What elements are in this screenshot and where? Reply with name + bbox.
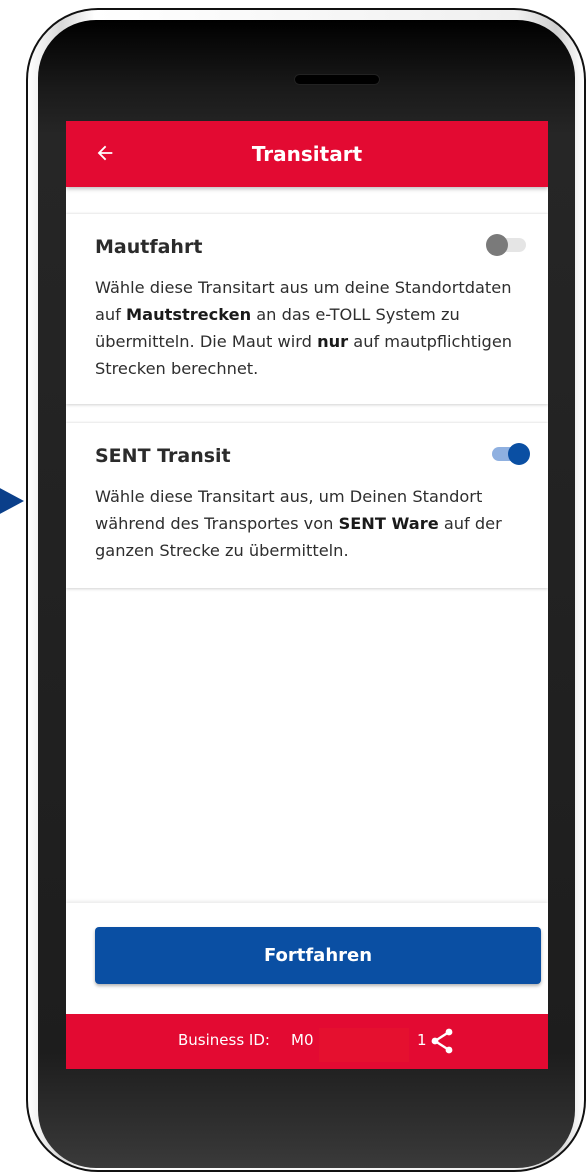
business-id-value: M0 xyxy=(291,1031,314,1049)
business-id-bar: Business ID: M0 1 xyxy=(66,1014,548,1069)
emphasis-text: nur xyxy=(317,332,349,351)
option-title: Mautfahrt xyxy=(95,236,203,258)
continue-button[interactable]: Fortfahren xyxy=(95,927,541,984)
share-icon[interactable] xyxy=(430,1028,454,1054)
pointer-arrow-decoration xyxy=(0,473,24,529)
page-title: Transitart xyxy=(251,142,363,166)
redaction-box xyxy=(319,1028,409,1062)
app-screen: Transitart Mautfahrt Wähle diese Transit… xyxy=(66,121,548,1069)
option-description: Wähle diese Transitart aus um deine Stan… xyxy=(95,274,535,382)
app-bar: Transitart xyxy=(66,121,548,187)
back-button[interactable] xyxy=(90,138,120,168)
business-id-value-end: 1 xyxy=(417,1031,427,1049)
option-card-sent-transit[interactable]: SENT Transit Wähle diese Transitart aus,… xyxy=(66,423,548,588)
sent-transit-toggle[interactable] xyxy=(486,443,530,465)
toggle-knob xyxy=(486,234,508,256)
arrow-left-icon xyxy=(97,145,113,161)
toggle-knob xyxy=(508,443,530,465)
emphasis-text: SENT Ware xyxy=(338,514,439,533)
emphasis-text: Mautstrecken xyxy=(126,305,252,324)
business-id-label: Business ID: xyxy=(178,1031,270,1049)
mautfahrt-toggle[interactable] xyxy=(486,234,530,256)
phone-speaker xyxy=(295,75,379,84)
option-title: SENT Transit xyxy=(95,445,231,467)
option-description: Wähle diese Transitart aus, um Deinen St… xyxy=(95,483,535,564)
option-card-mautfahrt[interactable]: Mautfahrt Wähle diese Transitart aus um … xyxy=(66,214,548,404)
